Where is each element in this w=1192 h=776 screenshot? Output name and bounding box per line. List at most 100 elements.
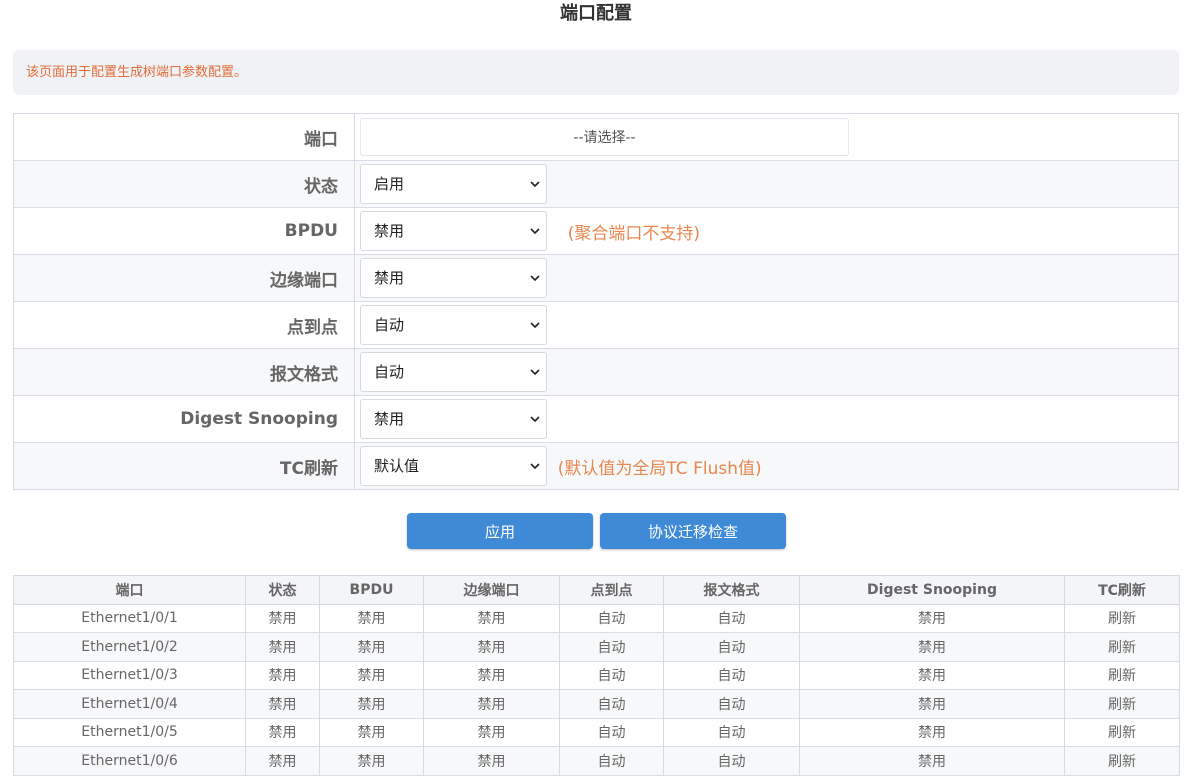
- status-label: 状态: [13, 160, 355, 208]
- header-col-tc-flush: TC刷新: [1064, 575, 1180, 605]
- cell-col-packet-format: 自动: [663, 717, 800, 747]
- port-label: 端口: [13, 113, 355, 161]
- header-col-bpdu: BPDU: [319, 575, 424, 605]
- cell-col-packet-format: 自动: [663, 746, 800, 776]
- cell-col-status: 禁用: [245, 660, 320, 690]
- form-row-digest-snooping: Digest Snooping 禁用: [13, 395, 1179, 443]
- digest-snooping-select-value: 禁用: [374, 410, 405, 428]
- cell-col-digest-snooping: 禁用: [799, 689, 1065, 719]
- cell-col-status: 禁用: [245, 746, 320, 776]
- chevron-down-icon: [530, 416, 540, 423]
- cell-col-status: 禁用: [245, 717, 320, 747]
- status-select-value: 启用: [374, 175, 405, 193]
- page-title: 端口配置: [560, 3, 632, 24]
- chevron-down-icon: [530, 275, 540, 282]
- table-row[interactable]: Ethernet1/0/2 禁用 禁用 禁用 自动 自动 禁用 刷新: [13, 632, 1180, 662]
- cell-col-bpdu: 禁用: [319, 660, 424, 690]
- cell-col-edge-port: 禁用: [423, 660, 560, 690]
- header-col-edge-port: 边缘端口: [423, 575, 560, 605]
- header-col-port: 端口: [13, 575, 246, 605]
- form-row-edge-port: 边缘端口 禁用: [13, 254, 1179, 302]
- cell-col-digest-snooping: 禁用: [799, 746, 1065, 776]
- cell-col-bpdu: 禁用: [319, 603, 424, 633]
- p2p-label: 点到点: [13, 301, 355, 349]
- header-col-packet-format: 报文格式: [663, 575, 800, 605]
- edge-port-select[interactable]: 禁用: [360, 258, 547, 298]
- chevron-down-icon: [530, 369, 540, 376]
- cell-col-p2p: 自动: [559, 717, 664, 747]
- cell-col-bpdu: 禁用: [319, 717, 424, 747]
- cell-col-p2p: 自动: [559, 660, 664, 690]
- protocol-migration-check-button[interactable]: 协议迁移检查: [600, 513, 786, 549]
- tc-flush-label: TC刷新: [13, 442, 355, 490]
- port-status-table: 端口 状态 BPDU 边缘端口 点到点 报文格式 Digest Snooping TC刷新 E…: [13, 575, 1180, 776]
- table-row[interactable]: Ethernet1/0/1 禁用 禁用 禁用 自动 自动 禁用 刷新: [13, 603, 1180, 633]
- cell-col-port: Ethernet1/0/3: [13, 660, 246, 690]
- header-col-status: 状态: [245, 575, 320, 605]
- table-header-row: 端口 状态 BPDU 边缘端口 点到点 报文格式 Digest Snooping TC刷新: [13, 575, 1180, 605]
- packet-format-select[interactable]: 自动: [360, 352, 547, 392]
- chevron-down-icon: [530, 322, 540, 329]
- cell-col-tc-flush: 刷新: [1064, 660, 1180, 690]
- chevron-down-icon: [530, 228, 540, 235]
- form-row-tc-flush: TC刷新 默认值 (默认值为全局TC Flush值): [13, 442, 1179, 490]
- cell-col-port: Ethernet1/0/2: [13, 632, 246, 662]
- cell-col-port: Ethernet1/0/5: [13, 717, 246, 747]
- table-row[interactable]: Ethernet1/0/3 禁用 禁用 禁用 自动 自动 禁用 刷新: [13, 660, 1180, 690]
- table-row[interactable]: Ethernet1/0/4 禁用 禁用 禁用 自动 自动 禁用 刷新: [13, 689, 1180, 719]
- p2p-select[interactable]: 自动: [360, 305, 547, 345]
- cell-col-bpdu: 禁用: [319, 632, 424, 662]
- cell-col-tc-flush: 刷新: [1064, 717, 1180, 747]
- cell-col-port: Ethernet1/0/4: [13, 689, 246, 719]
- status-select[interactable]: 启用: [360, 164, 547, 204]
- bpdu-select[interactable]: 禁用: [360, 211, 547, 251]
- cell-col-packet-format: 自动: [663, 632, 800, 662]
- bpdu-select-value: 禁用: [374, 222, 405, 240]
- chevron-down-icon: [530, 463, 540, 470]
- cell-col-packet-format: 自动: [663, 603, 800, 633]
- port-config-form: 端口 --请选择-- 状态 启用 BPDU 禁用 (聚合端口不支持) 边缘端口 …: [13, 113, 1179, 490]
- header-col-p2p: 点到点: [559, 575, 664, 605]
- cell-col-status: 禁用: [245, 632, 320, 662]
- cell-col-tc-flush: 刷新: [1064, 603, 1180, 633]
- cell-col-digest-snooping: 禁用: [799, 660, 1065, 690]
- cell-col-p2p: 自动: [559, 603, 664, 633]
- cell-col-status: 禁用: [245, 603, 320, 633]
- p2p-select-value: 自动: [374, 316, 405, 334]
- cell-col-port: Ethernet1/0/1: [13, 603, 246, 633]
- cell-col-tc-flush: 刷新: [1064, 632, 1180, 662]
- bpdu-label: BPDU: [13, 207, 355, 255]
- cell-col-port: Ethernet1/0/6: [13, 746, 246, 776]
- cell-col-tc-flush: 刷新: [1064, 746, 1180, 776]
- cell-col-digest-snooping: 禁用: [799, 632, 1065, 662]
- cell-col-edge-port: 禁用: [423, 746, 560, 776]
- bpdu-note: (聚合端口不支持): [567, 223, 701, 244]
- cell-col-bpdu: 禁用: [319, 689, 424, 719]
- form-row-bpdu: BPDU 禁用 (聚合端口不支持): [13, 207, 1179, 255]
- apply-button[interactable]: 应用: [407, 513, 593, 549]
- cell-col-packet-format: 自动: [663, 660, 800, 690]
- cell-col-packet-format: 自动: [663, 689, 800, 719]
- edge-port-select-value: 禁用: [374, 269, 405, 287]
- cell-col-bpdu: 禁用: [319, 746, 424, 776]
- digest-snooping-select[interactable]: 禁用: [360, 399, 547, 439]
- cell-col-p2p: 自动: [559, 746, 664, 776]
- table-row[interactable]: Ethernet1/0/5 禁用 禁用 禁用 自动 自动 禁用 刷新: [13, 717, 1180, 747]
- form-row-status: 状态 启用: [13, 160, 1179, 208]
- port-select[interactable]: --请选择--: [360, 118, 849, 156]
- edge-port-label: 边缘端口: [13, 254, 355, 302]
- form-row-packet-format: 报文格式 自动: [13, 348, 1179, 396]
- cell-col-digest-snooping: 禁用: [799, 717, 1065, 747]
- cell-col-p2p: 自动: [559, 689, 664, 719]
- cell-col-tc-flush: 刷新: [1064, 689, 1180, 719]
- cell-col-digest-snooping: 禁用: [799, 603, 1065, 633]
- cell-col-edge-port: 禁用: [423, 632, 560, 662]
- cell-col-edge-port: 禁用: [423, 717, 560, 747]
- header-col-digest-snooping: Digest Snooping: [799, 575, 1065, 605]
- table-row[interactable]: Ethernet1/0/6 禁用 禁用 禁用 自动 自动 禁用 刷新: [13, 746, 1180, 776]
- cell-col-p2p: 自动: [559, 632, 664, 662]
- cell-col-status: 禁用: [245, 689, 320, 719]
- digest-snooping-label: Digest Snooping: [13, 395, 355, 443]
- packet-format-select-value: 自动: [374, 363, 405, 381]
- tc-flush-select[interactable]: 默认值: [360, 446, 547, 486]
